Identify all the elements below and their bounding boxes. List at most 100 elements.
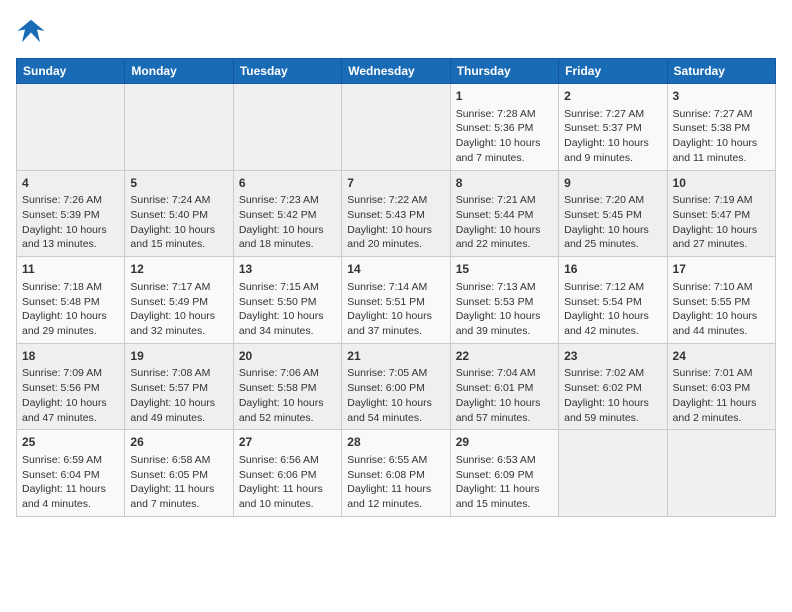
calendar-day-cell: 19Sunrise: 7:08 AMSunset: 5:57 PMDayligh… [125,343,233,430]
day-info: and 4 minutes. [22,497,119,512]
day-info: Sunset: 5:36 PM [456,121,553,136]
logo-bird-icon [16,16,46,46]
calendar-day-cell [125,84,233,171]
day-info: Sunrise: 7:04 AM [456,366,553,381]
day-number: 23 [564,348,661,365]
day-info: Sunset: 5:51 PM [347,295,444,310]
day-info: and 39 minutes. [456,324,553,339]
day-info: Daylight: 10 hours [673,136,770,151]
day-info: Sunrise: 7:13 AM [456,280,553,295]
calendar-week-row: 18Sunrise: 7:09 AMSunset: 5:56 PMDayligh… [17,343,776,430]
day-number: 6 [239,175,336,192]
day-info: Sunrise: 7:18 AM [22,280,119,295]
day-info: Daylight: 10 hours [456,396,553,411]
calendar-day-cell: 7Sunrise: 7:22 AMSunset: 5:43 PMDaylight… [342,170,450,257]
day-info: Daylight: 10 hours [22,396,119,411]
calendar-day-cell: 6Sunrise: 7:23 AMSunset: 5:42 PMDaylight… [233,170,341,257]
calendar-day-cell: 11Sunrise: 7:18 AMSunset: 5:48 PMDayligh… [17,257,125,344]
day-number: 26 [130,434,227,451]
calendar-day-cell [233,84,341,171]
day-info: and 27 minutes. [673,237,770,252]
day-info: Sunrise: 6:58 AM [130,453,227,468]
day-number: 20 [239,348,336,365]
day-number: 18 [22,348,119,365]
day-info: and 22 minutes. [456,237,553,252]
day-number: 21 [347,348,444,365]
calendar-day-cell: 12Sunrise: 7:17 AMSunset: 5:49 PMDayligh… [125,257,233,344]
day-info: Daylight: 10 hours [564,223,661,238]
day-info: and 15 minutes. [130,237,227,252]
day-info: Daylight: 10 hours [456,223,553,238]
calendar-day-cell: 21Sunrise: 7:05 AMSunset: 6:00 PMDayligh… [342,343,450,430]
day-info: Sunset: 5:45 PM [564,208,661,223]
day-info: and 54 minutes. [347,411,444,426]
day-number: 3 [673,88,770,105]
day-info: Daylight: 11 hours [347,482,444,497]
calendar-week-row: 25Sunrise: 6:59 AMSunset: 6:04 PMDayligh… [17,430,776,517]
day-number: 9 [564,175,661,192]
day-info: and 59 minutes. [564,411,661,426]
day-info: Sunset: 6:00 PM [347,381,444,396]
calendar-day-cell: 10Sunrise: 7:19 AMSunset: 5:47 PMDayligh… [667,170,775,257]
calendar-week-row: 4Sunrise: 7:26 AMSunset: 5:39 PMDaylight… [17,170,776,257]
day-info: and 25 minutes. [564,237,661,252]
day-info: and 52 minutes. [239,411,336,426]
day-info: Sunset: 6:06 PM [239,468,336,483]
day-number: 1 [456,88,553,105]
day-info: Sunset: 5:48 PM [22,295,119,310]
day-info: Daylight: 11 hours [673,396,770,411]
day-info: Sunset: 5:58 PM [239,381,336,396]
day-info: and 34 minutes. [239,324,336,339]
calendar-week-row: 11Sunrise: 7:18 AMSunset: 5:48 PMDayligh… [17,257,776,344]
day-info: Daylight: 11 hours [239,482,336,497]
day-info: Daylight: 10 hours [130,309,227,324]
day-info: Sunrise: 7:27 AM [673,107,770,122]
day-info: Sunrise: 7:28 AM [456,107,553,122]
day-info: Sunrise: 7:08 AM [130,366,227,381]
calendar-day-cell [342,84,450,171]
day-info: Daylight: 10 hours [239,223,336,238]
day-info: Daylight: 10 hours [347,309,444,324]
day-info: Daylight: 10 hours [130,396,227,411]
day-info: and 15 minutes. [456,497,553,512]
day-number: 8 [456,175,553,192]
calendar-day-cell: 16Sunrise: 7:12 AMSunset: 5:54 PMDayligh… [559,257,667,344]
day-of-week-header: Wednesday [342,59,450,84]
day-number: 15 [456,261,553,278]
day-of-week-header: Thursday [450,59,558,84]
day-number: 28 [347,434,444,451]
day-info: Sunrise: 7:09 AM [22,366,119,381]
day-info: Sunset: 6:03 PM [673,381,770,396]
day-info: and 9 minutes. [564,151,661,166]
day-info: Sunset: 5:43 PM [347,208,444,223]
day-number: 25 [22,434,119,451]
day-info: and 7 minutes. [130,497,227,512]
day-info: and 32 minutes. [130,324,227,339]
calendar-day-cell: 22Sunrise: 7:04 AMSunset: 6:01 PMDayligh… [450,343,558,430]
day-info: and 13 minutes. [22,237,119,252]
calendar-day-cell: 2Sunrise: 7:27 AMSunset: 5:37 PMDaylight… [559,84,667,171]
day-info: Sunrise: 7:19 AM [673,193,770,208]
day-info: Sunset: 6:02 PM [564,381,661,396]
day-info: Sunrise: 7:12 AM [564,280,661,295]
day-info: Sunrise: 6:55 AM [347,453,444,468]
day-number: 7 [347,175,444,192]
day-info: Sunrise: 7:14 AM [347,280,444,295]
day-info: Sunset: 5:47 PM [673,208,770,223]
day-info: Daylight: 10 hours [673,309,770,324]
day-info: Sunrise: 7:06 AM [239,366,336,381]
day-number: 27 [239,434,336,451]
day-number: 13 [239,261,336,278]
day-info: Sunrise: 7:20 AM [564,193,661,208]
day-number: 5 [130,175,227,192]
day-info: Sunset: 5:38 PM [673,121,770,136]
day-info: Sunrise: 7:22 AM [347,193,444,208]
day-info: Daylight: 10 hours [673,223,770,238]
day-info: and 44 minutes. [673,324,770,339]
day-info: Daylight: 10 hours [239,309,336,324]
day-number: 24 [673,348,770,365]
day-info: and 57 minutes. [456,411,553,426]
day-info: Sunset: 6:05 PM [130,468,227,483]
calendar-day-cell: 13Sunrise: 7:15 AMSunset: 5:50 PMDayligh… [233,257,341,344]
logo [16,16,50,46]
